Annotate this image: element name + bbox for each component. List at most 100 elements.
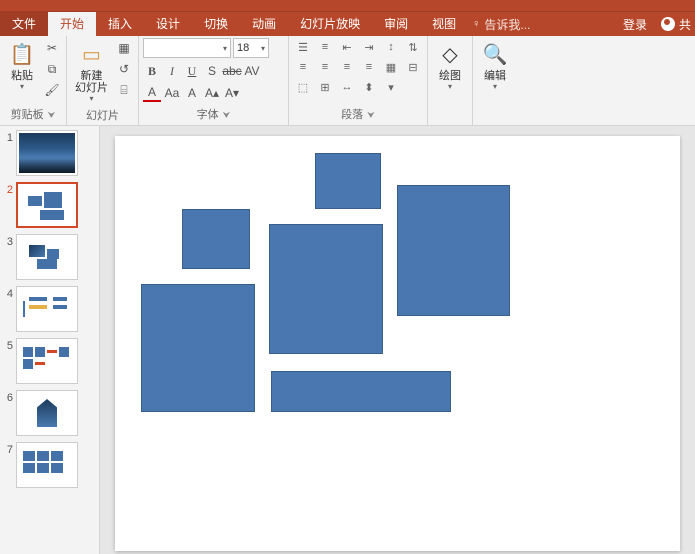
search-icon: 🔍 (481, 40, 509, 68)
align-right-button[interactable]: ≡ (337, 58, 357, 76)
align-text-button[interactable]: ⊟ (403, 58, 423, 76)
columns-button[interactable]: ▦ (381, 58, 401, 76)
chevron-down-icon: ▾ (448, 82, 452, 91)
section-icon: ⌸ (120, 83, 127, 98)
copy-button[interactable]: ⧉ (42, 59, 62, 79)
thumb-slide-3[interactable]: 3 (2, 234, 97, 280)
font-size-combo[interactable]: 18▾ (233, 38, 269, 58)
tab-home[interactable]: 开始 (48, 12, 96, 36)
font-color-button[interactable]: A (143, 84, 161, 102)
char-spacing-button[interactable]: AV (243, 62, 261, 80)
tab-view[interactable]: 视图 (420, 12, 468, 36)
cut-button[interactable]: ✂ (42, 38, 62, 58)
tab-transitions[interactable]: 切换 (192, 12, 240, 36)
shape-rectangle[interactable] (182, 209, 250, 269)
drawing-label: 绘图 (439, 70, 461, 82)
tellme-label: 告诉我... (484, 16, 530, 33)
thumb-number: 6 (2, 390, 16, 404)
reset-button[interactable]: ↺ (114, 59, 134, 79)
tab-slideshow[interactable]: 幻灯片放映 (288, 12, 372, 36)
shapes-icon: ◇ (436, 40, 464, 68)
section-button[interactable]: ⌸ (114, 80, 134, 100)
thumb-slide-1[interactable]: 1 (2, 130, 97, 176)
layout-icon: ▦ (118, 41, 129, 55)
thumb-slide-7[interactable]: 7 (2, 442, 97, 488)
login-button[interactable]: 登录 (615, 16, 655, 33)
group-editing: 🔍 编辑 ▾ (473, 36, 517, 125)
thumb-slide-6[interactable]: 6 (2, 390, 97, 436)
drawing-button[interactable]: ◇ 绘图 ▾ (432, 38, 468, 93)
increase-font-button[interactable]: A▴ (203, 84, 221, 102)
new-slide-icon: ▭ (78, 40, 106, 68)
thumb-number: 4 (2, 286, 16, 300)
slides-group-label: 幻灯片 (71, 105, 134, 124)
vertical-text-button[interactable]: ⬍ (359, 78, 379, 96)
group-drawing: ◇ 绘图 ▾ (428, 36, 473, 125)
paste-button[interactable]: 📋 粘贴 ▾ (4, 38, 40, 93)
font-dialog-launcher[interactable]: ⮟ (223, 110, 231, 120)
increase-indent-button[interactable]: ⇥ (359, 38, 379, 56)
slide-canvas-area[interactable] (100, 126, 695, 554)
tab-review[interactable]: 审阅 (372, 12, 420, 36)
numbering-button[interactable]: ≡ (315, 38, 335, 56)
slide[interactable] (115, 136, 680, 551)
clipboard-dialog-launcher[interactable]: ⮟ (48, 110, 56, 120)
text-direction-button[interactable]: ⇅ (403, 38, 423, 56)
reset-icon: ↺ (119, 62, 129, 76)
chevron-down-icon: ▾ (261, 44, 265, 53)
thumb-slide-2[interactable]: 2 (2, 182, 97, 228)
tellme-search[interactable]: ♀ 告诉我... (472, 16, 530, 33)
font-name-combo[interactable]: ▾ (143, 38, 231, 58)
thumb-slide-4[interactable]: 4 (2, 286, 97, 332)
title-bar (0, 0, 695, 12)
user-icon[interactable] (661, 17, 675, 31)
align-center-button[interactable]: ≡ (315, 58, 335, 76)
convert-smartart-button[interactable]: ⬚ (293, 78, 313, 96)
align-objects-button[interactable]: ⊞ (315, 78, 335, 96)
shadow-button[interactable]: S (203, 62, 221, 80)
chevron-down-icon: ▾ (223, 44, 227, 53)
thumbnail-panel[interactable]: 1 2 3 4 5 6 7 (0, 126, 100, 554)
chevron-down-icon: ▾ (493, 82, 497, 91)
decrease-font-button[interactable]: A▾ (223, 84, 241, 102)
workspace: 1 2 3 4 5 6 7 (0, 126, 695, 554)
shape-rectangle[interactable] (397, 185, 510, 316)
thumb-number: 5 (2, 338, 16, 352)
paragraph-dialog-launcher[interactable]: ⮟ (367, 110, 375, 120)
line-spacing-button[interactable]: ↕ (381, 38, 401, 56)
bullets-button[interactable]: ☰ (293, 38, 313, 56)
group-paragraph: ☰ ≡ ⇤ ⇥ ↕ ⇅ ≡ ≡ ≡ ≡ ▦ ⊟ ⬚ ⊞ ↔ ⬍ ▾ (289, 36, 428, 125)
group-font: ▾ 18▾ B I U S abc AV A Aa A A▴ A▾ 字体 ⮟ (139, 36, 289, 125)
bold-button[interactable]: B (143, 62, 161, 80)
thumb-number: 7 (2, 442, 16, 456)
tab-file[interactable]: 文件 (0, 12, 48, 36)
new-slide-button[interactable]: ▭ 新建 幻灯片 ▾ (71, 38, 112, 105)
shape-rectangle[interactable] (271, 371, 451, 412)
shape-rectangle[interactable] (269, 224, 383, 354)
distribute-button[interactable]: ↔ (337, 78, 357, 96)
share-button[interactable]: 共 (675, 16, 695, 33)
clear-format-button[interactable]: A (183, 84, 201, 102)
tab-insert[interactable]: 插入 (96, 12, 144, 36)
more-para-button[interactable]: ▾ (381, 78, 401, 96)
chevron-down-icon: ▾ (89, 94, 93, 103)
strike-button[interactable]: abc (223, 62, 241, 80)
shape-rectangle[interactable] (315, 153, 381, 209)
change-case-button[interactable]: Aa (163, 84, 181, 102)
clipboard-group-label: 剪贴板 (11, 109, 44, 121)
ribbon-tabs: 文件 开始 插入 设计 切换 动画 幻灯片放映 审阅 视图 ♀ 告诉我... 登… (0, 12, 695, 36)
italic-button[interactable]: I (163, 62, 181, 80)
thumb-slide-5[interactable]: 5 (2, 338, 97, 384)
layout-button[interactable]: ▦ (114, 38, 134, 58)
justify-button[interactable]: ≡ (359, 58, 379, 76)
underline-button[interactable]: U (183, 62, 201, 80)
align-left-button[interactable]: ≡ (293, 58, 313, 76)
decrease-indent-button[interactable]: ⇤ (337, 38, 357, 56)
format-painter-button[interactable]: 🖌 (42, 80, 62, 100)
tab-design[interactable]: 设计 (144, 12, 192, 36)
editing-button[interactable]: 🔍 编辑 ▾ (477, 38, 513, 93)
tab-animations[interactable]: 动画 (240, 12, 288, 36)
shape-rectangle[interactable] (141, 284, 255, 412)
font-group-label: 字体 (197, 109, 219, 121)
thumb-number: 1 (2, 130, 16, 144)
